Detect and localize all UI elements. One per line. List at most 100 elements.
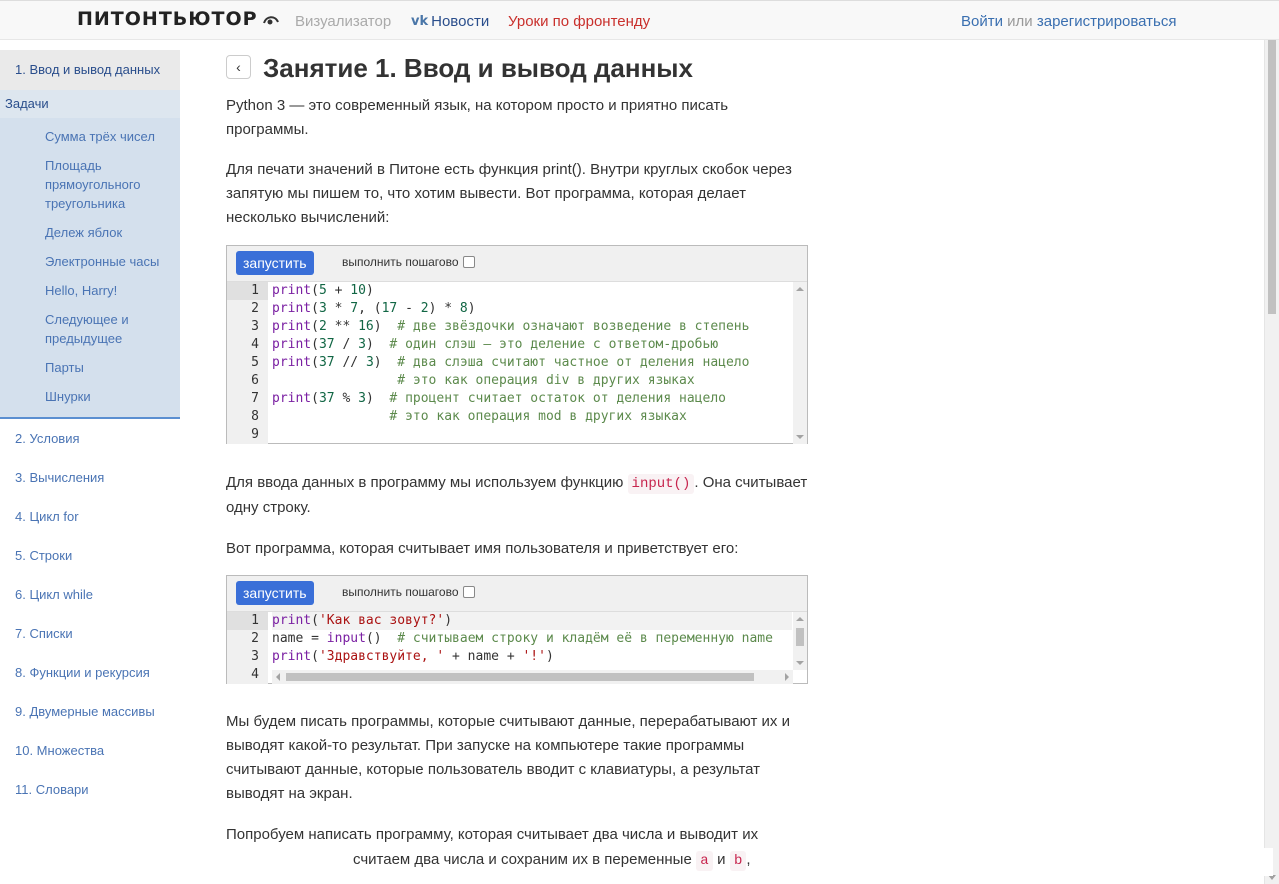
code-line: print(3 * 7, (17 - 2) * 8) (272, 301, 476, 316)
sidebar-item[interactable]: 3. Вычисления (0, 458, 180, 497)
site-logo[interactable]: ПИТОНТЬЮТОР (77, 8, 258, 30)
step-mode-checkbox[interactable] (462, 256, 475, 268)
nav-visualizer[interactable]: Визуализатор (295, 13, 391, 30)
sidebar-task[interactable]: Шнурки (0, 382, 180, 411)
editor-toolbar: запустить выполнить пошагово (227, 576, 807, 612)
line-number: 8 (251, 409, 259, 424)
paragraph-input: Для ввода данных в программу мы использу… (226, 471, 811, 520)
sidebar-item[interactable]: 5. Строки (0, 536, 180, 575)
page-scrollbar-thumb[interactable] (1268, 40, 1276, 314)
line-number: 7 (251, 391, 259, 406)
sidebar-item[interactable]: 9. Двумерные массивы (0, 692, 180, 731)
code-line: name = input() # считываем строку и клад… (272, 631, 773, 646)
lesson-sidebar: 1. Ввод и вывод данных Задачи Сумма трёх… (0, 50, 180, 809)
run-button[interactable]: запустить (236, 581, 314, 605)
sidebar-task[interactable]: Дележ яблок (0, 218, 180, 247)
step-mode-checkbox[interactable] (462, 586, 475, 598)
login-link[interactable]: Войти (961, 13, 1003, 30)
line-number: 3 (251, 649, 259, 664)
sidebar-task[interactable]: Площадь прямоугольного треугольника (0, 151, 145, 218)
code-area[interactable]: 1 2 3 4 print('Как вас зовут?') name = i… (227, 612, 807, 684)
sidebar-task-list: Сумма трёх чисел Площадь прямоугольного … (0, 118, 180, 419)
editor-vscrollbar[interactable] (793, 282, 807, 444)
sidebar-item[interactable]: 2. Условия (0, 419, 180, 458)
paragraph-greeting: Вот программа, которая считывает имя пол… (226, 540, 739, 557)
line-number: 2 (251, 301, 259, 316)
sidebar-item[interactable]: 10. Множества (0, 731, 180, 770)
sidebar-item[interactable]: 7. Списки (0, 614, 180, 653)
sidebar-task[interactable]: Следующее и предыдущее (0, 305, 145, 353)
code-line: # это как операция div в других языках (397, 373, 695, 388)
line-number: 1 (227, 612, 268, 630)
chevron-left-icon: ‹ (236, 59, 241, 75)
line-number: 1 (227, 282, 268, 300)
step-mode-toggle[interactable]: выполнить пошагово (342, 585, 475, 599)
code-line: print(37 // 3) # два слэша считают частн… (272, 355, 750, 370)
code-editor-2: запустить выполнить пошагово 1 2 3 4 pri… (226, 575, 808, 684)
nav-frontend-lessons[interactable]: Уроки по фронтенду (508, 13, 650, 30)
code-editor-1: запустить выполнить пошагово 1 2 3 4 5 6… (226, 245, 808, 444)
code-line: print(37 % 3) # процент считает остаток … (272, 391, 726, 406)
sidebar-task[interactable]: Hello, Harry! (0, 276, 180, 305)
inline-code-input: input() (627, 474, 695, 494)
paragraph-two-numbers: Попробуем написать программу, которая сч… (226, 826, 759, 843)
paragraph-input-text: Для ввода данных в программу мы использу… (226, 474, 624, 491)
editor-toolbar: запустить выполнить пошагово (227, 246, 807, 282)
nav-news[interactable]: vk Новости (411, 13, 489, 30)
line-gutter: 1 2 3 4 (227, 612, 268, 684)
back-button[interactable]: ‹ (226, 55, 251, 79)
auth-or: или (1007, 13, 1033, 30)
run-button[interactable]: запустить (236, 251, 314, 275)
code-line: print(5 + 10) (272, 283, 374, 298)
nav-news-label: Новости (431, 13, 490, 30)
code-line: print('Здравствуйте, ' + name + '!') (272, 649, 554, 664)
code-line: print('Как вас зовут?') (272, 612, 792, 630)
code-line: print(37 / 3) # один слэш — это деление … (272, 337, 719, 352)
paragraph-variables-comma: , (746, 851, 751, 868)
editor-hscrollbar[interactable] (272, 670, 793, 684)
sidebar-item[interactable]: 11. Словари (0, 770, 180, 809)
code-line: print(2 ** 16) # две звёздочки означают … (272, 319, 750, 334)
sidebar-task[interactable]: Парты (0, 353, 180, 382)
sidebar-item-active[interactable]: 1. Ввод и вывод данных (0, 50, 180, 90)
line-number: 4 (251, 667, 259, 682)
editor-hscrollbar-thumb[interactable] (286, 673, 754, 681)
page-title: Занятие 1. Ввод и вывод данных (263, 53, 693, 83)
editor-vscrollbar-thumb[interactable] (796, 628, 804, 646)
line-number: 9 (251, 427, 259, 442)
sidebar-task[interactable]: Сумма трёх чисел (0, 122, 180, 151)
inline-code-a: a (696, 851, 713, 871)
step-mode-toggle[interactable]: выполнить пошагово (342, 255, 475, 269)
sidebar-tasks-header: Задачи (0, 90, 180, 118)
sidebar-task[interactable]: Электронные часы (0, 247, 180, 276)
sidebar-item[interactable]: 6. Цикл while (0, 575, 180, 614)
auth-links: Войти или зарегистрироваться (961, 13, 1177, 30)
code-lines: print(5 + 10) print(3 * 7, (17 - 2) * 8)… (272, 282, 749, 444)
paragraph-programs: Мы будем писать программы, которые считы… (226, 713, 790, 802)
paragraph-intro: Python 3 — это современный язык, на кото… (226, 97, 729, 138)
editor-vscrollbar[interactable] (793, 612, 807, 670)
scroll-left-arrow-icon[interactable] (276, 673, 280, 681)
top-navbar: ПИТОНТЬЮТОР Визуализатор vk Новости Урок… (0, 0, 1279, 40)
code-area[interactable]: 1 2 3 4 5 6 7 8 9 print(5 + 10) print(3 … (227, 282, 807, 444)
vk-icon: vk (411, 14, 429, 29)
page-scrollbar[interactable] (1264, 40, 1279, 884)
scroll-right-arrow-icon[interactable] (785, 673, 789, 681)
step-mode-label: выполнить пошагово (342, 255, 459, 269)
code-line: # это как операция mod в других языках (389, 409, 687, 424)
scroll-up-arrow-icon[interactable] (796, 287, 804, 291)
scroll-down-arrow-icon[interactable] (796, 435, 804, 439)
logo-swirl-icon (263, 16, 279, 25)
scroll-up-arrow-icon[interactable] (796, 617, 804, 621)
step-mode-label: выполнить пошагово (342, 585, 459, 599)
scroll-down-arrow-icon[interactable] (796, 661, 804, 665)
line-number: 5 (251, 355, 259, 370)
sidebar-item[interactable]: 4. Цикл for (0, 497, 180, 536)
line-number: 3 (251, 319, 259, 334)
paragraph-variables-and: и (717, 851, 726, 868)
paragraph-print: Для печати значений в Питоне есть функци… (226, 161, 792, 226)
line-number: 4 (251, 337, 259, 352)
register-link[interactable]: зарегистрироваться (1037, 13, 1177, 30)
sidebar-item[interactable]: 8. Функции и рекурсия (0, 653, 180, 692)
